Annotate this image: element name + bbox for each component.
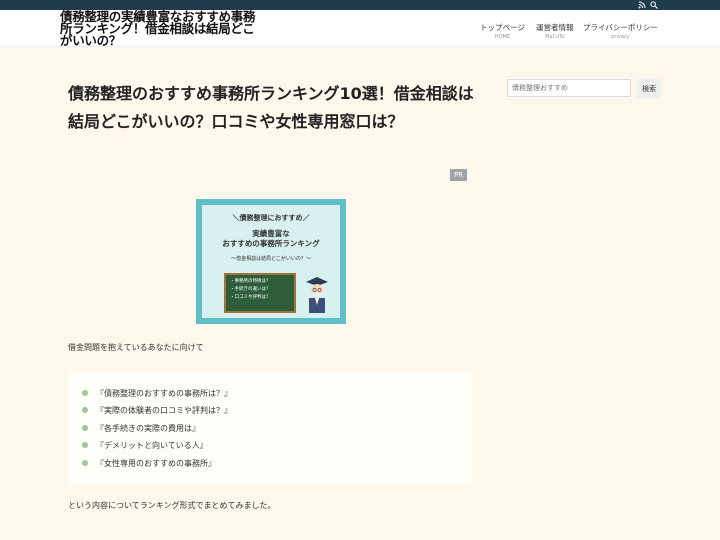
nav-item-operator[interactable]: 運営者情報 MaCoTo: [536, 22, 574, 40]
intro-text: 借金問題を抱えているあなたに向けて: [68, 343, 204, 352]
nav-sublabel: HOME: [494, 34, 511, 40]
hero-headline: 実績豊富な おすすめの事務所ランキング: [202, 229, 340, 249]
board-line: ・口コミや評判は？: [230, 295, 271, 300]
bullet-icon: [82, 425, 88, 431]
hero-image: ＼債務整理におすすめ／ 実績豊富な おすすめの事務所ランキング 〜借金相談は結局…: [196, 199, 346, 324]
bullet-icon: [82, 390, 88, 396]
nav-label: 運営者情報: [536, 23, 574, 32]
outro-text: という内容についてランキング形式でまとめてみました。: [68, 501, 276, 510]
site-header: 債務整理の実績豊富なおすすめ事務所ランキング！借金相談は結局どこがいいの？ トッ…: [0, 10, 720, 47]
bullet-icon: [82, 460, 88, 466]
rss-icon[interactable]: [637, 0, 647, 10]
professor-illustration: [306, 277, 328, 313]
nav-item-home[interactable]: トップページ HOME: [480, 22, 525, 40]
nav-sublabel: privacy: [611, 34, 630, 40]
list-item: 『実際の体験者の口コミや評判は？』: [96, 406, 232, 415]
hero-headline-1: 実績豊富な: [252, 229, 290, 238]
board-line: ・事務所の特徴は？: [230, 279, 271, 284]
topic-list: 『債務整理のおすすめの事務所は？』 『実際の体験者の口コミや評判は？』 『各手続…: [68, 372, 472, 484]
nav-label: トップページ: [480, 23, 525, 32]
list-item: 『女性専用のおすすめの事務所』: [96, 459, 216, 468]
nav-sublabel: MaCoTo: [545, 34, 565, 40]
chalkboard: ・事務所の特徴は？ ・手続きの違いは？ ・口コミや評判は？: [224, 273, 296, 313]
article-title: 債務整理のおすすめ事務所ランキング10選！借金相談は結局どこがいいの？口コミや女…: [68, 84, 474, 131]
hero-caption: ＼債務整理におすすめ／: [232, 214, 310, 222]
nav-label: プライバシーポリシー: [583, 23, 658, 32]
hero-headline-2: おすすめの事務所ランキング: [222, 239, 320, 248]
hero-panel: ＼債務整理におすすめ／ 実績豊富な おすすめの事務所ランキング 〜借金相談は結局…: [202, 205, 340, 318]
pr-badge: PR: [450, 169, 467, 181]
search-icon[interactable]: [649, 0, 659, 10]
bullet-icon: [82, 442, 88, 448]
list-item: 『各手続きの実際の費用は』: [96, 424, 200, 433]
list-item: 『デメリットと向いている人』: [96, 441, 208, 450]
bullet-icon: [82, 407, 88, 413]
nav-item-privacy[interactable]: プライバシーポリシー privacy: [583, 22, 658, 40]
site-title[interactable]: 債務整理の実績豊富なおすすめ事務所ランキング！借金相談は結局どこがいいの？: [60, 10, 260, 47]
list-item: 『債務整理のおすすめの事務所は？』: [96, 389, 232, 398]
search-button[interactable]: 検索: [637, 79, 661, 98]
search-input[interactable]: [507, 79, 631, 97]
hero-subtitle: 〜借金相談は結局どこがいいの？〜: [231, 256, 311, 262]
board-line: ・手続きの違いは？: [230, 287, 271, 292]
